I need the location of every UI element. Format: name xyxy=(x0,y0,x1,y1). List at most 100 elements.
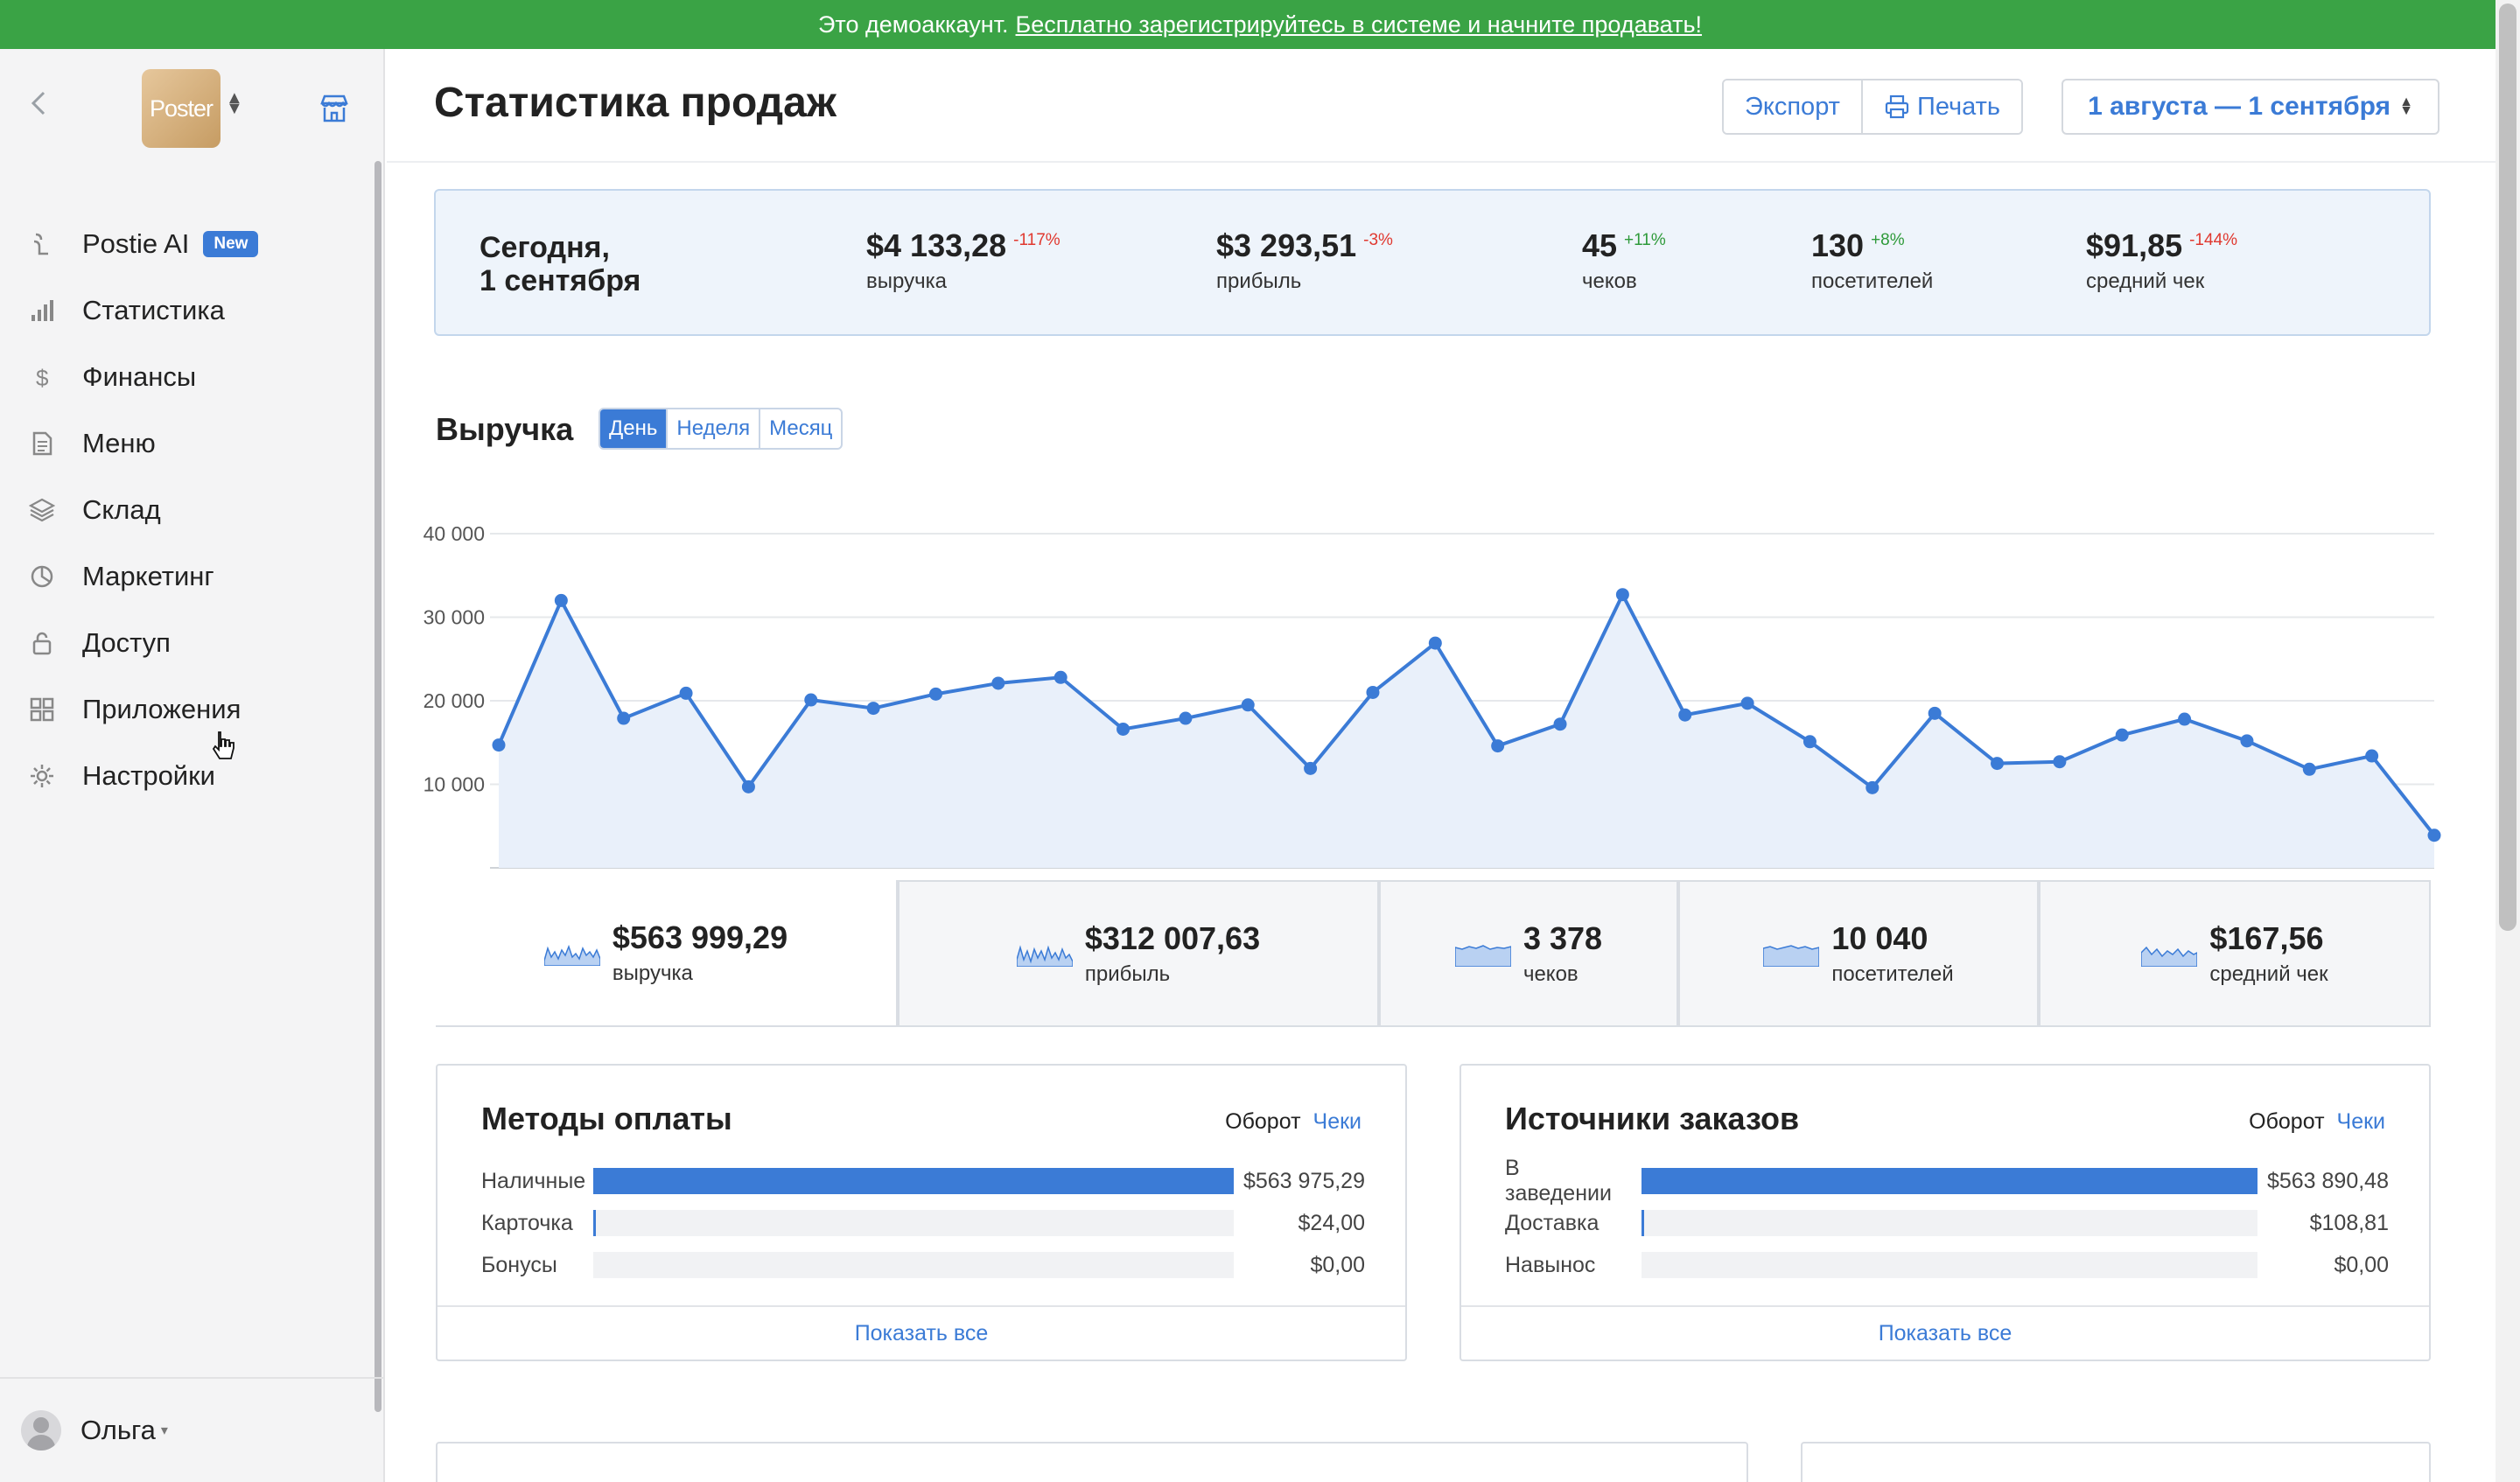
today-stat-avg-check: $91,85 -144% средний чек xyxy=(2086,227,2237,294)
row-value: $0,00 xyxy=(2334,1252,2389,1277)
total-value: 10 040 xyxy=(1831,920,1928,956)
sparkline-icon xyxy=(1016,945,1073,967)
stat-change: +11% xyxy=(1624,231,1666,249)
page-scrollbar-thumb[interactable] xyxy=(2499,3,2516,931)
demo-banner: Это демоаккаунт. Бесплатно зарегистрируй… xyxy=(0,0,2520,49)
tab-checks[interactable]: Чеки xyxy=(2337,1109,2385,1134)
stat-value: $91,85 xyxy=(2086,227,2183,263)
card-title: По дням недели xyxy=(1846,1475,2100,1482)
data-point xyxy=(2115,728,2129,742)
sidebar-item-label: Статистика xyxy=(82,295,225,325)
stat-change: +8% xyxy=(1871,231,1905,249)
total-value: 3 378 xyxy=(1522,920,1603,956)
row-label: В заведении xyxy=(1505,1156,1612,1206)
export-print-group: Экспорт Печать xyxy=(1722,79,2023,135)
by-time-card: По времени xyxy=(436,1442,1748,1482)
card-tabs: Оборот Чеки xyxy=(1225,1109,1362,1135)
postie-icon xyxy=(28,230,56,258)
venue-switch-icon[interactable]: ▲ ▼ xyxy=(226,89,243,117)
sidebar-scrollbar[interactable] xyxy=(374,161,382,1412)
stat-label: средний чек xyxy=(2086,269,2205,293)
sidebar-item-access[interactable]: Доступ xyxy=(0,610,368,676)
user-menu[interactable]: Ольга ▾ xyxy=(0,1377,383,1482)
period-week-button[interactable]: Неделя xyxy=(666,409,759,448)
total-revenue[interactable]: $563 999,29 выручка xyxy=(436,880,898,1027)
stat-label: посетителей xyxy=(1811,269,1934,293)
sidebar-item-label: Склад xyxy=(82,494,161,525)
export-button[interactable]: Экспорт xyxy=(1724,80,1861,133)
sidebar-item-postie-ai[interactable]: Postie AI New xyxy=(0,211,368,277)
sidebar-item-label: Приложения xyxy=(82,694,242,724)
new-badge: New xyxy=(203,231,259,257)
row-value: $24,00 xyxy=(1298,1210,1365,1235)
total-avg-check[interactable]: $167,56 средний чек xyxy=(2039,880,2431,1027)
total-profit[interactable]: $312 007,63 прибыль xyxy=(898,880,1379,1027)
sidebar-item-statistics[interactable]: Статистика xyxy=(0,277,368,344)
data-point xyxy=(2427,828,2441,842)
row-label: Карточка xyxy=(481,1210,573,1235)
layers-icon xyxy=(28,496,56,524)
row-label: Доставка xyxy=(1505,1210,1600,1235)
period-month-button[interactable]: Месяц xyxy=(759,409,841,448)
main-content: Статистика продаж Экспорт Печать 1 авгус… xyxy=(387,49,2496,1482)
source-row-in-venue: В заведении $563 890,48 xyxy=(1505,1156,2389,1206)
store-icon[interactable] xyxy=(317,91,352,126)
bar-fill xyxy=(593,1210,596,1236)
row-value: $108,81 xyxy=(2309,1210,2389,1235)
data-point xyxy=(2365,749,2379,763)
y-tick-label: 10 000 xyxy=(424,773,485,796)
stat-label: прибыль xyxy=(1216,269,1302,293)
data-point xyxy=(1928,706,1942,720)
grid-icon xyxy=(28,696,56,724)
revenue-title: Выручка xyxy=(436,411,574,447)
data-point xyxy=(1116,722,1130,736)
data-point xyxy=(928,687,942,701)
sparkline-icon xyxy=(2141,946,2198,967)
stat-change: -117% xyxy=(1013,231,1060,249)
dollar-icon: $ xyxy=(28,363,56,391)
tab-checks[interactable]: Чеки xyxy=(1313,1109,1362,1134)
source-row-takeaway: Навынос $0,00 xyxy=(1505,1249,2389,1281)
data-point xyxy=(1428,636,1442,650)
card-title: Методы оплаты xyxy=(481,1101,732,1136)
collapse-sidebar-icon[interactable] xyxy=(26,87,52,119)
data-point xyxy=(492,738,506,752)
sidebar-nav: Postie AI New Статистика $ Финансы Меню … xyxy=(0,211,368,809)
total-label: средний чек xyxy=(2209,962,2328,986)
sidebar-item-warehouse[interactable]: Склад xyxy=(0,477,368,543)
total-visitors[interactable]: 10 040 посетителей xyxy=(1678,880,2039,1027)
print-button[interactable]: Печать xyxy=(1860,80,2021,133)
sidebar-item-finance[interactable]: $ Финансы xyxy=(0,344,368,410)
stat-value: $3 293,51 xyxy=(1216,227,1357,263)
y-tick-label: 40 000 xyxy=(424,522,485,545)
data-point xyxy=(617,711,631,725)
data-point xyxy=(679,686,693,700)
data-point xyxy=(1991,757,2005,771)
date-range-label: 1 августа — 1 сентября xyxy=(2088,92,2391,121)
row-value: $563 890,48 xyxy=(2266,1168,2389,1193)
user-name: Ольга xyxy=(80,1415,156,1445)
sidebar-item-marketing[interactable]: Маркетинг xyxy=(0,543,368,610)
show-all-button[interactable]: Показать все xyxy=(438,1305,1405,1360)
data-point xyxy=(1054,670,1068,684)
today-line2: 1 сентября xyxy=(480,264,641,297)
total-label: посетителей xyxy=(1831,962,1954,986)
sidebar-item-settings[interactable]: Настройки xyxy=(0,743,368,809)
revenue-chart: 10 00020 00030 00040 0001 августа6 авгус… xyxy=(424,522,2441,907)
tab-turnover[interactable]: Оборот xyxy=(1225,1109,1300,1134)
date-range-picker[interactable]: 1 августа — 1 сентября ▲ ▼ xyxy=(2062,79,2440,135)
data-point xyxy=(1304,761,1318,775)
totals-row: $563 999,29 выручка $312 007,63 прибыль 3 … xyxy=(436,880,2431,1027)
bar-track xyxy=(1642,1252,2258,1278)
venue-logo[interactable]: Poster xyxy=(142,69,220,148)
sidebar-item-apps[interactable]: Приложения xyxy=(0,676,368,743)
data-point xyxy=(554,593,568,607)
show-all-button[interactable]: Показать все xyxy=(1461,1305,2429,1360)
total-checks[interactable]: 3 378 чеков xyxy=(1379,880,1678,1027)
sidebar-item-menu[interactable]: Меню xyxy=(0,410,368,477)
period-day-button[interactable]: День xyxy=(600,409,667,448)
gear-icon xyxy=(28,762,56,790)
tab-turnover[interactable]: Оборот xyxy=(2249,1109,2324,1134)
by-weekday-card: По дням недели xyxy=(1801,1442,2431,1482)
register-link[interactable]: Бесплатно зарегистрируйтесь в системе и … xyxy=(1016,11,1702,38)
